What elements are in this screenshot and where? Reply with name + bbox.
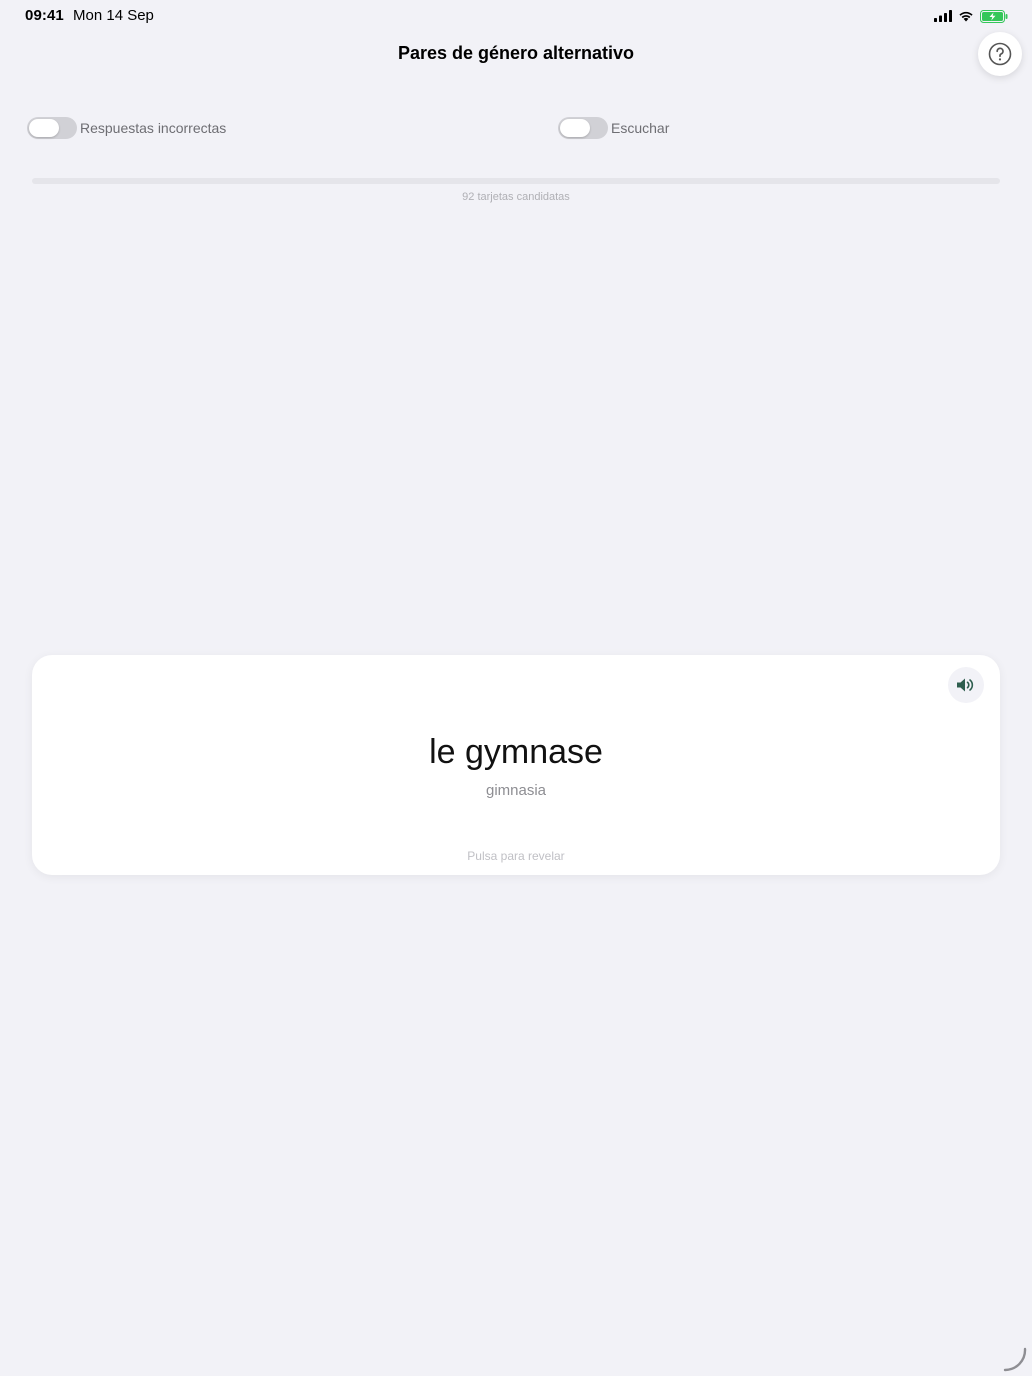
- switch-knob: [29, 119, 59, 137]
- listen-label: Escuchar: [611, 120, 670, 136]
- battery-charging-icon: [980, 9, 1008, 23]
- status-time: 09:41: [25, 7, 64, 24]
- switch-knob: [560, 119, 590, 137]
- listen-switch[interactable]: [558, 117, 608, 139]
- card-word: le gymnase: [429, 733, 603, 771]
- status-bar: 09:41 Mon 14 Sep: [0, 0, 1032, 32]
- toggle-incorrect-answers[interactable]: Respuestas incorrectas: [27, 117, 226, 139]
- card-translation: gimnasia: [485, 782, 547, 799]
- wifi-icon: [959, 11, 973, 22]
- status-date: Mon 14 Sep: [73, 7, 154, 24]
- signal-icon: [934, 10, 952, 22]
- candidates-count: 92 tarjetas candidatas: [462, 191, 570, 203]
- play-audio-button[interactable]: [948, 667, 984, 703]
- toggle-listen[interactable]: Escuchar: [558, 117, 669, 139]
- speaker-icon: [957, 678, 974, 692]
- status-icons: [934, 8, 1008, 24]
- tap-to-reveal-hint: Pulsa para revelar: [467, 849, 565, 863]
- flashcard[interactable]: le gymnase gimnasia Pulsa para revelar: [32, 655, 1000, 875]
- loading-spinner-icon: [1003, 1347, 1027, 1372]
- incorrect-answers-switch[interactable]: [27, 117, 77, 139]
- incorrect-answers-label: Respuestas incorrectas: [80, 120, 227, 136]
- page-title: Pares de género alternativo: [397, 43, 635, 63]
- progress-bar: [32, 178, 1000, 184]
- question-circle-icon: [988, 42, 1012, 66]
- help-button[interactable]: [978, 32, 1022, 76]
